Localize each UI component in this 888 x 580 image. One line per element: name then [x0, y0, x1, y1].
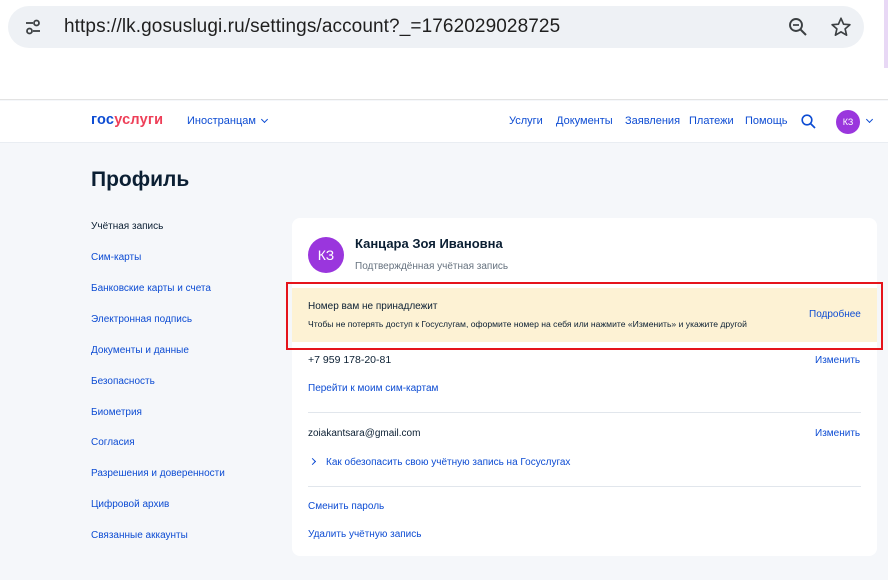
edit-phone-link[interactable]: Изменить — [815, 355, 860, 366]
sidebar-item-permissions[interactable]: Разрешения и доверенности — [91, 468, 225, 479]
foreigners-menu[interactable]: Иностранцам — [187, 115, 268, 127]
sidebar-item-linked-accounts[interactable]: Связанные аккаунты — [91, 530, 188, 541]
sidebar-item-biometrics[interactable]: Биометрия — [91, 407, 142, 418]
address-bar[interactable]: https://lk.gosuslugi.ru/settings/account… — [8, 6, 864, 48]
profile-avatar: КЗ — [308, 237, 344, 273]
chevron-down-icon — [260, 115, 268, 124]
sim-cards-link[interactable]: Перейти к моим сим-картам — [308, 383, 438, 394]
sidebar-item-e-signature[interactable]: Электронная подпись — [91, 314, 192, 325]
email-address: zoiakantsara@gmail.com — [308, 428, 421, 439]
sidebar-item-account[interactable]: Учётная запись — [91, 221, 163, 232]
sidebar-item-documents[interactable]: Документы и данные — [91, 345, 189, 356]
url-text[interactable]: https://lk.gosuslugi.ru/settings/account… — [64, 16, 560, 38]
nav-services[interactable]: Услуги — [509, 115, 543, 127]
browser-toolbar: https://lk.gosuslugi.ru/settings/account… — [0, 0, 888, 100]
sidebar-item-bank-cards[interactable]: Банковские карты и счета — [91, 283, 211, 294]
user-name: Канцара Зоя Ивановна — [355, 236, 503, 251]
search-icon[interactable] — [801, 114, 816, 129]
gosuslugi-logo[interactable]: госуслуги — [91, 112, 163, 128]
tune-icon[interactable] — [24, 18, 42, 36]
chevron-down-icon[interactable] — [865, 115, 874, 124]
divider — [308, 412, 861, 413]
logo-part-uslugi: услуги — [114, 112, 164, 128]
account-status: Подтверждённая учётная запись — [355, 261, 509, 272]
delete-account-link[interactable]: Удалить учётную запись — [308, 529, 421, 540]
foreigners-label: Иностранцам — [187, 115, 256, 127]
nav-payments[interactable]: Платежи — [689, 115, 734, 127]
warning-title: Номер вам не принадлежит — [308, 301, 438, 312]
security-tips-link[interactable]: Как обезопасить свою учётную запись на Г… — [326, 457, 570, 468]
change-password-link[interactable]: Сменить пароль — [308, 501, 384, 512]
edit-email-link[interactable]: Изменить — [815, 428, 860, 439]
page-title: Профиль — [91, 168, 190, 191]
nav-documents[interactable]: Документы — [556, 115, 613, 127]
nav-applications[interactable]: Заявления — [625, 115, 680, 127]
divider — [308, 486, 861, 487]
sidebar-item-security[interactable]: Безопасность — [91, 376, 155, 387]
sidebar-item-sim-cards[interactable]: Сим-карты — [91, 252, 141, 263]
highlight-frame — [286, 282, 883, 350]
star-icon[interactable] — [830, 16, 852, 38]
window-edge — [884, 0, 888, 68]
sidebar-item-consents[interactable]: Согласия — [91, 437, 135, 448]
nav-help[interactable]: Помощь — [745, 115, 788, 127]
user-avatar[interactable]: КЗ — [836, 110, 860, 134]
warning-text: Чтобы не потерять доступ к Госуслугам, о… — [308, 319, 747, 329]
zoom-icon[interactable] — [788, 17, 808, 37]
phone-number: +7 959 178-20-81 — [308, 354, 392, 366]
warning-details-link[interactable]: Подробнее — [809, 309, 861, 320]
logo-part-gos: гос — [91, 112, 115, 128]
sidebar-item-digital-archive[interactable]: Цифровой архив — [91, 499, 169, 510]
site-header: госуслуги Иностранцам Услуги Документы З… — [0, 101, 888, 143]
